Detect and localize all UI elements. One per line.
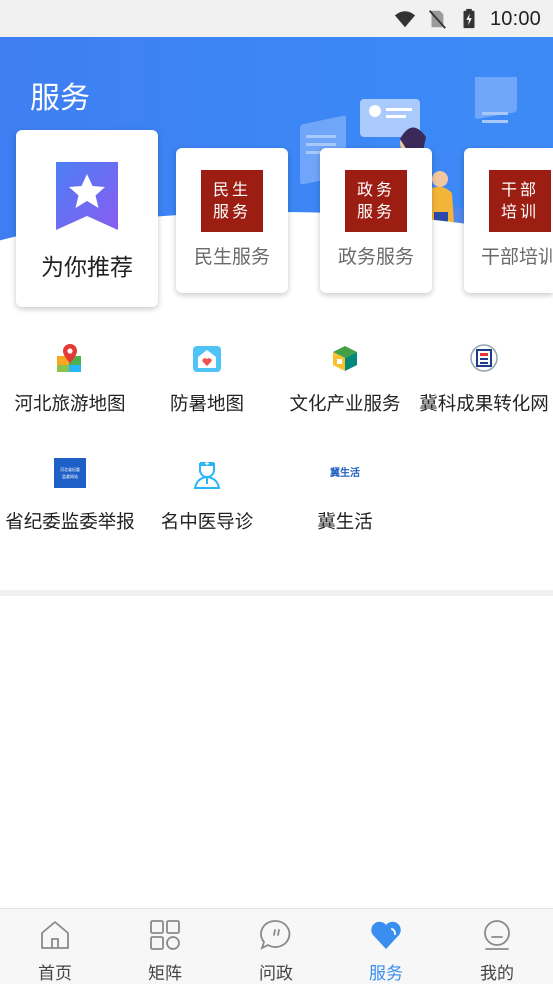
report-banner-icon: 河北省纪委 监委网站: [54, 458, 86, 488]
cadre-seal-icon: 干部 培训: [489, 170, 551, 232]
seal-text-line2: 培训: [500, 202, 539, 221]
doctor-icon: [193, 461, 221, 489]
card-livelihood-services[interactable]: 民生 服务 民生服务: [176, 148, 288, 293]
house-heart-icon: [193, 346, 221, 372]
ji-logo-icon: [470, 344, 498, 372]
seal-text-line1: 政务: [356, 180, 395, 199]
cube-icon: [333, 346, 357, 371]
profile-icon: [484, 920, 510, 950]
home-icon: [41, 921, 69, 949]
card-label: 干部培训: [481, 247, 553, 268]
clock: 10:00: [489, 7, 541, 30]
card-cadre-training[interactable]: 干部 培训 干部培训: [464, 148, 553, 293]
government-seal-icon: 政务 服务: [345, 170, 407, 232]
grid-label: 冀科成果转化网: [419, 393, 549, 414]
grid-label: 河北旅游地图: [14, 393, 126, 414]
no-sim-icon: [428, 10, 446, 29]
bottom-navigation: 首页 矩阵 问政 服务 我的: [0, 908, 553, 984]
grid-label: 省纪委监委举报: [5, 511, 135, 532]
tab-matrix[interactable]: 矩阵: [110, 909, 220, 984]
seal-text-line2: 服务: [356, 202, 395, 221]
grid-icon: [150, 920, 180, 950]
tab-label: 我的: [480, 964, 514, 983]
card-government-services[interactable]: 政务 服务 政务服务: [320, 148, 432, 293]
heart-icon: [371, 921, 401, 949]
section-divider: [0, 590, 553, 596]
grid-label: 冀生活: [317, 511, 373, 532]
card-label: 政务服务: [337, 247, 414, 268]
grid-label: 文化产业服务: [289, 393, 401, 414]
grid-label: 名中医导诊: [160, 511, 254, 532]
ji-life-logo-icon: 冀生活: [330, 468, 360, 479]
chat-bubble-icon: [260, 920, 291, 950]
tab-label: 问政: [259, 964, 293, 983]
category-cards: 为你推荐 民生 服务 民生服务 政务 服务 政务服务 干部 培训 干部培训: [0, 130, 553, 320]
tab-label: 服务: [369, 964, 403, 983]
star-ribbon-icon: [56, 162, 118, 230]
tab-home[interactable]: 首页: [0, 909, 110, 984]
tab-profile[interactable]: 我的: [442, 909, 552, 984]
tab-label: 首页: [38, 964, 72, 983]
status-bar: 10:00: [0, 0, 553, 37]
tab-services[interactable]: 服务: [331, 909, 441, 984]
seal-text-line2: 服务: [212, 202, 251, 221]
map-pin-icon: [57, 344, 81, 372]
wifi-icon: [394, 11, 416, 28]
battery-charging-icon: [463, 8, 475, 29]
card-recommended[interactable]: 为你推荐: [16, 130, 158, 307]
seal-text-line1: 干部: [500, 180, 539, 199]
card-label: 为你推荐: [41, 254, 133, 280]
tab-inquiry[interactable]: 问政: [221, 909, 331, 984]
seal-text-line1: 民生: [212, 180, 251, 199]
livelihood-seal-icon: 民生 服务: [201, 170, 263, 232]
grid-label: 防暑地图: [169, 393, 244, 414]
tab-label: 矩阵: [148, 964, 182, 983]
page-title: 服务: [30, 82, 90, 115]
card-label: 民生服务: [193, 247, 270, 268]
